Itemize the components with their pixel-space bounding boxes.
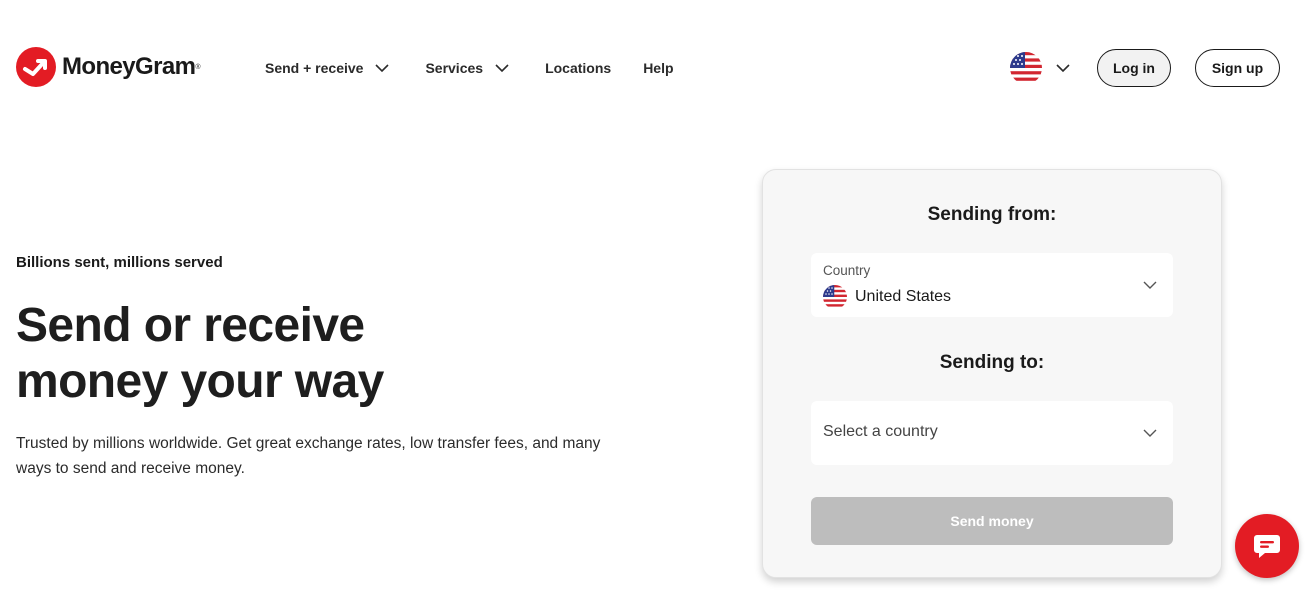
sending-from-label: Country [823,263,871,278]
hero-subtext: Trusted by millions worldwide. Get great… [16,435,601,477]
chevron-down-icon [1143,429,1157,437]
hero-headline: Send or receive money your way [16,298,636,410]
moneygram-logo-icon [16,47,56,87]
transfer-card: Sending from: Country United States Send… [762,169,1222,578]
language-selector[interactable] [1010,52,1072,84]
chevron-down-icon [375,64,390,73]
chat-icon [1254,535,1280,558]
nav-send-receive[interactable]: Send + receive [265,59,391,77]
sending-from-select[interactable]: Country United States [811,253,1173,317]
sending-from-heading: Sending from: [927,204,1057,225]
nav-locations-label: Locations [545,60,612,76]
moneygram-logo[interactable]: MoneyGram ® [16,47,200,87]
sending-to-heading: Sending to: [939,352,1045,373]
nav-locations[interactable]: Locations [545,60,611,76]
login-button[interactable]: Log in [1097,49,1171,87]
chat-button[interactable] [1235,514,1299,578]
us-flag-icon [823,285,847,309]
hero-headline-line2: money your way [16,355,384,408]
us-flag-icon [1010,52,1042,84]
sending-to-placeholder: Select a country [823,423,938,440]
chevron-down-icon [1143,281,1157,289]
main-nav: Send + receive Services Locations Help [265,56,674,80]
sending-to-select[interactable]: Select a country [811,401,1173,465]
nav-help[interactable]: Help [643,60,673,76]
sending-from-value: United States [855,288,952,305]
sending-from-value-row: United States [823,285,951,309]
brand-name: MoneyGram [62,53,196,80]
registered-mark: ® [195,63,201,71]
nav-services[interactable]: Services [425,59,511,77]
nav-send-receive-label: Send + receive [265,60,364,76]
nav-help-label: Help [643,60,674,76]
signup-button[interactable]: Sign up [1195,49,1280,87]
site-header: MoneyGram ® Send + receive Services Locat… [0,0,1312,136]
hero-tagline: Billions sent, millions served [16,254,223,271]
send-money-button[interactable]: Send money [811,497,1173,545]
chevron-down-icon [495,64,509,73]
hero-headline-line1: Send or receive [16,299,365,352]
nav-services-label: Services [425,60,484,76]
chevron-down-icon [1056,64,1070,73]
